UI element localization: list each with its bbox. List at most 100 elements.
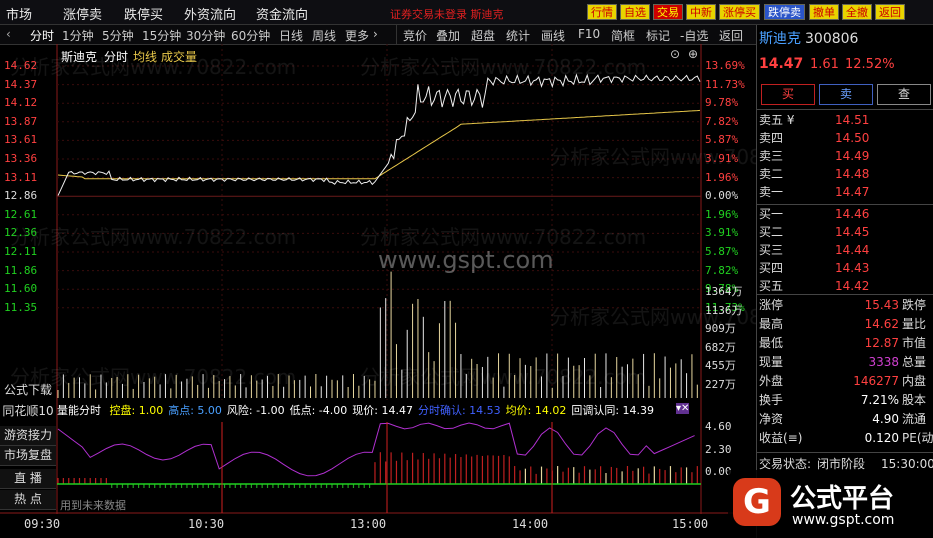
- order-level-price: 14.42: [835, 279, 870, 293]
- btn-live[interactable]: 直 播: [0, 469, 56, 489]
- sell-button[interactable]: 卖: [819, 84, 873, 105]
- ask-row[interactable]: 卖四 14.50: [757, 130, 933, 147]
- pct-tick: 3.91%: [705, 226, 739, 240]
- btn-ths10[interactable]: 同花顺10: [0, 402, 56, 421]
- indicator-close-icon[interactable]: ▾✕: [676, 403, 690, 414]
- stat-label: 换手: [759, 393, 784, 407]
- price-tick: 13.61: [4, 133, 38, 147]
- btn-limit-down-sell[interactable]: 跌停卖: [764, 4, 805, 20]
- stat-label: 涨停: [759, 298, 784, 312]
- tool-f10[interactable]: F10: [578, 27, 600, 41]
- tool-add-watch[interactable]: -自选: [680, 27, 708, 44]
- query-button[interactable]: 查: [877, 84, 931, 105]
- stat-row: 换手 7.21% 股本: [757, 392, 933, 409]
- price-tick: 12.86: [4, 189, 38, 203]
- collapse-left-icon[interactable]: ‹: [6, 27, 11, 41]
- gspt-watermark: www.gspt.com: [378, 246, 554, 274]
- ask-row[interactable]: 卖三 14.49: [757, 148, 933, 165]
- btn-zhongxin[interactable]: 中新: [686, 4, 716, 20]
- ask-row[interactable]: 卖五 ¥ 14.51: [757, 112, 933, 129]
- nav-limit-down-buy[interactable]: 跌停买: [124, 4, 163, 23]
- tab-15min[interactable]: 15分钟: [142, 27, 181, 44]
- stat-label: 收益(≡): [759, 431, 803, 445]
- btn-cancel-all[interactable]: 全撤: [842, 4, 872, 20]
- indicator-item: 现价: 14.47: [352, 404, 413, 417]
- nav-market[interactable]: 市场: [6, 4, 32, 23]
- order-level-price: 14.51: [835, 113, 870, 127]
- tab-1min[interactable]: 1分钟: [62, 27, 94, 44]
- chart-vol-label: 成交量: [161, 50, 198, 64]
- tool-mark[interactable]: 标记: [646, 27, 670, 44]
- intraday-chart[interactable]: 分析家公式网www.70822.com 分析家公式网www.70822.com 分析…: [0, 44, 756, 538]
- time-tick: 13:00: [350, 517, 387, 531]
- bid-row[interactable]: 买一 14.46: [757, 206, 933, 223]
- pct-tick: 7.82%: [705, 263, 739, 277]
- btn-limit-up-buy[interactable]: 涨停买: [719, 4, 760, 20]
- tab-weekly[interactable]: 周线: [312, 27, 336, 44]
- ind-tick: 4.60: [705, 420, 732, 433]
- pct-tick: 9.78%: [705, 96, 739, 110]
- order-level-label: 卖五 ¥: [759, 113, 795, 127]
- btn-watchlist[interactable]: 自选: [620, 4, 650, 20]
- btn-back-top[interactable]: 返回: [875, 4, 905, 20]
- btn-relay[interactable]: 游资接力: [0, 426, 56, 446]
- btn-hot[interactable]: 热 点: [0, 490, 56, 510]
- bid-row[interactable]: 买二 14.45: [757, 224, 933, 241]
- price-tick: 13.36: [4, 152, 38, 165]
- tool-auction[interactable]: 竞价: [403, 27, 427, 44]
- pct-tick: 7.82%: [705, 114, 739, 128]
- stat-row: 收益(≡) 0.120PE(动): [757, 430, 933, 447]
- bid-row[interactable]: 买三 14.44: [757, 242, 933, 259]
- btn-quotes[interactable]: 行情: [587, 4, 617, 20]
- stat-label-right: 总量: [902, 355, 927, 369]
- tab-30min[interactable]: 30分钟: [186, 27, 225, 44]
- tab-more[interactable]: 更多: [345, 27, 369, 44]
- logo-title: 公式平台: [790, 484, 895, 514]
- ask-row[interactable]: 卖二 14.48: [757, 166, 933, 183]
- stat-label-right: 市值: [902, 336, 927, 350]
- more-chevron-icon[interactable]: ›: [373, 27, 378, 41]
- stat-value: 3338: [868, 355, 899, 369]
- tool-overlay[interactable]: 叠加: [436, 27, 460, 44]
- bid-row[interactable]: 买五 14.42: [757, 278, 933, 295]
- site-watermark: 分析家公式网www.70822.com: [10, 225, 296, 249]
- btn-cancel-order[interactable]: 撤单: [809, 4, 839, 20]
- logo-watermark: G 公式平台 www.gspt.com: [728, 470, 933, 538]
- btn-trade[interactable]: 交易: [653, 4, 683, 20]
- buy-button[interactable]: 买: [761, 84, 815, 105]
- period-toolbar: ‹ 分时 1分钟 5分钟 15分钟 30分钟 60分钟 日线 周线 更多 › 竞…: [0, 25, 756, 45]
- indicator-item: 回调认同: 14.39: [571, 404, 655, 417]
- tool-draw[interactable]: 画线: [541, 27, 565, 44]
- order-level-label: 买三: [759, 243, 784, 257]
- btn-review[interactable]: 市场复盘: [0, 446, 56, 466]
- tool-super[interactable]: 超盘: [471, 27, 495, 44]
- tab-60min[interactable]: 60分钟: [231, 27, 270, 44]
- tool-frame[interactable]: 简框: [611, 27, 635, 44]
- stat-label-right: 流通: [902, 412, 927, 426]
- order-level-price: 14.43: [835, 261, 870, 275]
- ask-row[interactable]: 卖一 14.47: [757, 184, 933, 201]
- tool-stats[interactable]: 统计: [506, 27, 530, 44]
- chart-add-icon[interactable]: ⊕: [688, 47, 698, 61]
- nav-foreign-flow[interactable]: 外资流向: [184, 4, 236, 23]
- nav-limit-up-sell[interactable]: 涨停卖: [63, 4, 102, 23]
- price-tick: 14.12: [4, 96, 38, 110]
- order-level-label: 卖三: [759, 149, 784, 163]
- pct-tick: 0.00%: [705, 189, 739, 203]
- btn-formula-download[interactable]: 公式下载: [0, 381, 56, 400]
- tab-5min[interactable]: 5分钟: [102, 27, 134, 44]
- tab-daily[interactable]: 日线: [279, 27, 303, 44]
- price-tick: 11.35: [4, 300, 38, 314]
- nav-capital-flow[interactable]: 资金流向: [256, 4, 308, 23]
- time-tick: 15:00: [672, 517, 709, 531]
- pct-tick: 5.87%: [705, 245, 739, 258]
- pct-tick: 1.96%: [705, 170, 739, 184]
- tool-back[interactable]: 返回: [719, 27, 743, 44]
- vol-tick: 455万: [705, 359, 736, 373]
- stat-row: 外盘 146277 内盘: [757, 373, 933, 390]
- tab-intraday[interactable]: 分时: [30, 27, 54, 44]
- pct-tick: 5.87%: [705, 133, 739, 147]
- bid-row[interactable]: 买四 14.43: [757, 260, 933, 277]
- chart-settings-icon[interactable]: ⊙: [670, 47, 680, 61]
- price-tick: 13.11: [4, 170, 38, 184]
